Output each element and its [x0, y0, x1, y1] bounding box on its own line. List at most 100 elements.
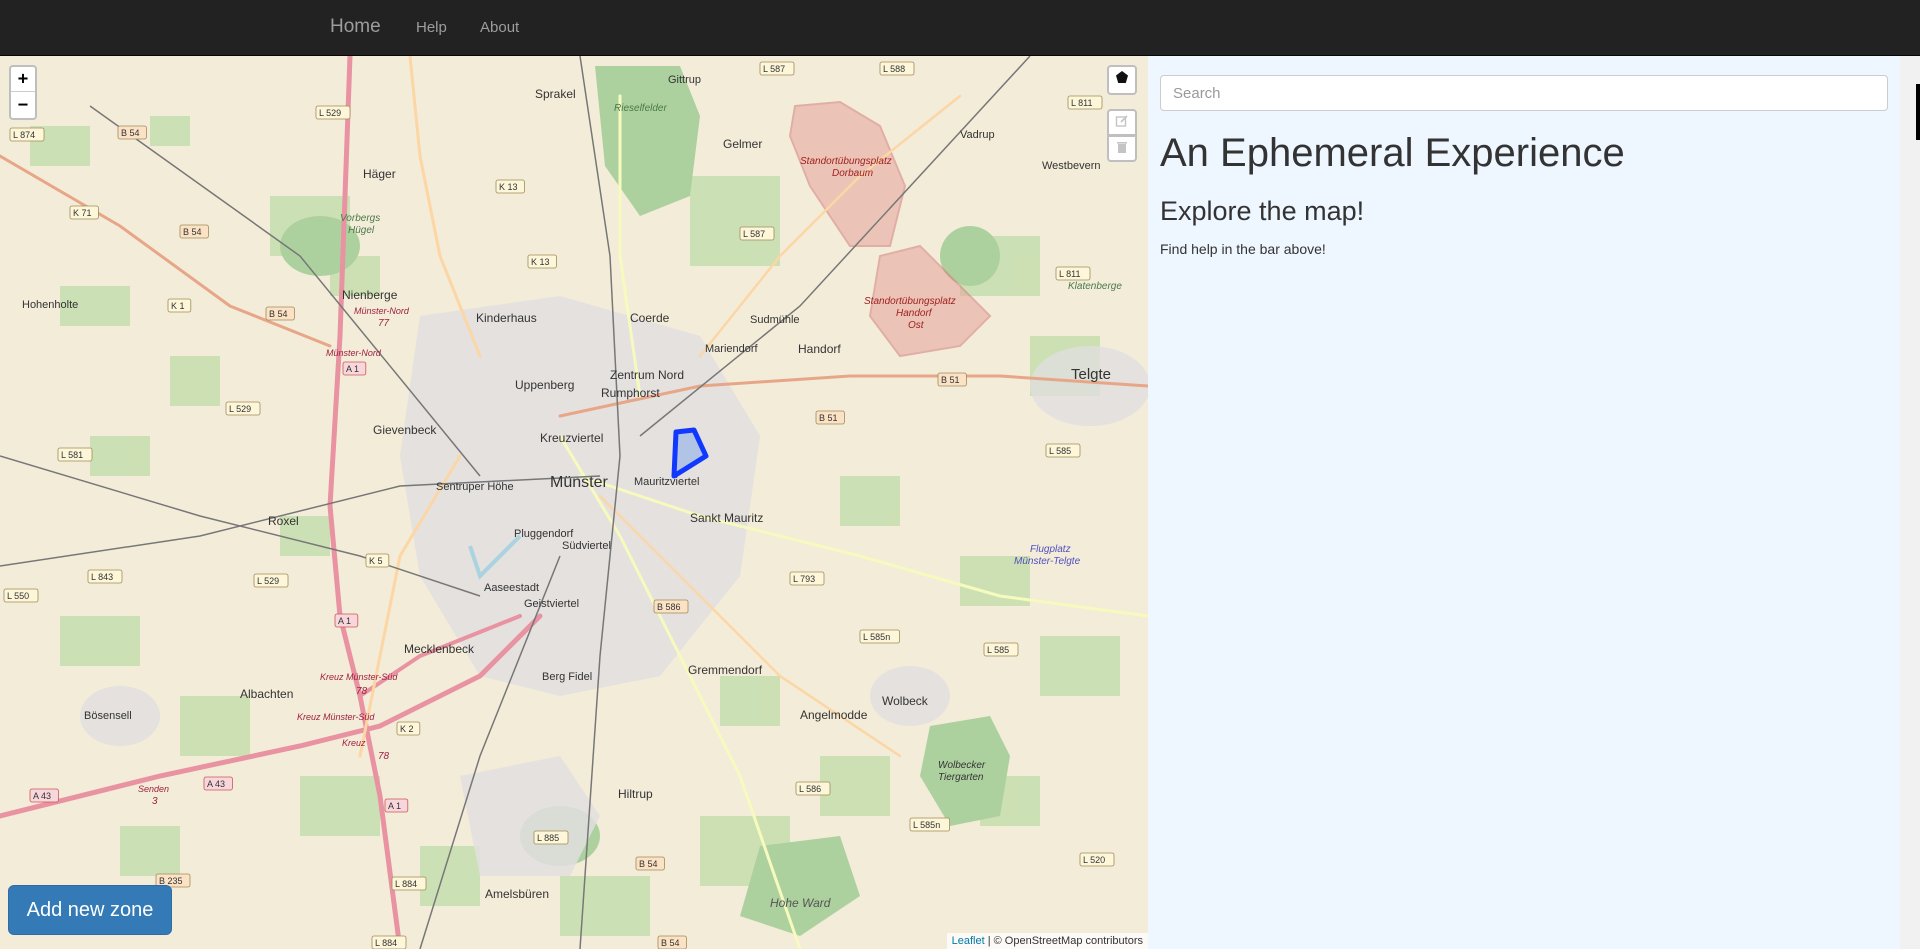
road-shield: L 585: [983, 642, 1019, 657]
svg-text:Angelmodde: Angelmodde: [800, 708, 868, 722]
road-shield: L 585n: [909, 817, 950, 832]
road-shield: L 884: [371, 935, 407, 949]
scrollbar[interactable]: [1900, 56, 1920, 949]
scrollbar-thumb[interactable]: [1916, 84, 1920, 140]
road-shield: B 586: [653, 599, 689, 614]
sidebar: An Ephemeral Experience Explore the map!…: [1148, 56, 1900, 949]
road-shield: B 54: [179, 224, 209, 239]
draw-polygon-button[interactable]: [1107, 65, 1137, 95]
road-shield: B 54: [635, 856, 665, 871]
leaflet-link[interactable]: Leaflet: [952, 935, 985, 947]
road-shield-label: L 585n: [913, 820, 940, 830]
svg-text:Nienberge: Nienberge: [342, 288, 398, 302]
road-shield: L 588: [879, 61, 915, 76]
svg-text:Münster-Nord: Münster-Nord: [354, 306, 410, 316]
svg-text:Flugplatz: Flugplatz: [1030, 544, 1071, 555]
road-shield-label: A 1: [346, 364, 359, 374]
road-shield: A 1: [384, 798, 409, 813]
road-shield-label: L 588: [883, 64, 905, 74]
road-shield-label: L 874: [13, 130, 35, 140]
svg-text:Klatenberge: Klatenberge: [1068, 281, 1122, 292]
svg-text:Uppenberg: Uppenberg: [515, 378, 574, 392]
road-shield: K 71: [69, 205, 99, 220]
svg-text:Bösensell: Bösensell: [84, 710, 132, 722]
svg-text:Kreuz Münster-Süd: Kreuz Münster-Süd: [320, 672, 398, 682]
svg-text:Münster: Münster: [550, 474, 608, 491]
road-shield: L 586: [795, 781, 831, 796]
nav-about-link[interactable]: About: [480, 19, 519, 36]
road-shield: L 811: [1055, 266, 1091, 281]
road-shield: K 13: [495, 179, 525, 194]
map[interactable]: Sprakel Gittrup Gelmer Häger Vadrup West…: [0, 56, 1148, 949]
road-shield-label: K 71: [73, 208, 92, 218]
road-shield: L 529: [225, 401, 261, 416]
road-shield-label: K 2: [400, 724, 414, 734]
edit-layers-button[interactable]: [1107, 109, 1137, 136]
road-shield-label: L 587: [743, 229, 765, 239]
svg-text:Kinderhaus: Kinderhaus: [476, 311, 537, 325]
page-title: An Ephemeral Experience: [1160, 131, 1625, 175]
road-shield-label: B 51: [819, 413, 838, 423]
svg-text:Sudmühle: Sudmühle: [750, 314, 800, 326]
road-shield-label: L 885: [537, 833, 559, 843]
road-shield: L 793: [789, 571, 825, 586]
road-shield: L 811: [1067, 95, 1103, 110]
svg-text:Vorbergs: Vorbergs: [340, 213, 380, 224]
zoom-out-button[interactable]: −: [11, 93, 35, 118]
svg-text:Vadrup: Vadrup: [960, 129, 995, 141]
map-attribution: Leaflet | © OpenStreetMap contributors: [946, 933, 1148, 949]
svg-text:Hohenholte: Hohenholte: [22, 299, 78, 311]
road-shield: K 5: [365, 553, 390, 568]
svg-text:Tiergarten: Tiergarten: [938, 772, 984, 783]
road-shield: B 54: [265, 306, 295, 321]
svg-text:78: 78: [378, 751, 390, 762]
road-shield-label: L 811: [1071, 98, 1093, 108]
pentagon-icon: [1116, 71, 1128, 83]
road-shield: K 2: [396, 721, 421, 736]
svg-text:Senden: Senden: [138, 784, 169, 794]
svg-text:Kreuzviertel: Kreuzviertel: [540, 431, 603, 445]
svg-text:Mariendorf: Mariendorf: [705, 343, 759, 355]
svg-text:Mauritzviertel: Mauritzviertel: [634, 476, 699, 488]
svg-text:Rumphorst: Rumphorst: [601, 386, 660, 400]
svg-text:Kreuz: Kreuz: [342, 738, 366, 748]
svg-text:Wolbeck: Wolbeck: [882, 694, 929, 708]
road-shield-label: L 884: [375, 938, 397, 948]
road-shield: L 843: [87, 569, 123, 584]
road-shield: A 43: [29, 788, 59, 803]
road-shield: L 585n: [859, 629, 900, 644]
road-shield-label: K 13: [531, 257, 550, 267]
road-shield-label: L 586: [799, 784, 821, 794]
nav-home-link[interactable]: Home: [330, 16, 381, 38]
road-shield-label: A 1: [388, 801, 401, 811]
road-shield: L 587: [759, 61, 795, 76]
zoom-in-button[interactable]: +: [11, 67, 35, 92]
road-shield-label: L 587: [763, 64, 785, 74]
svg-text:Roxel: Roxel: [268, 514, 299, 528]
road-shield-label: B 51: [941, 375, 960, 385]
road-shield-label: B 54: [639, 859, 658, 869]
page-subtitle: Explore the map!: [1160, 196, 1365, 226]
road-shield: L 529: [253, 573, 289, 588]
svg-text:Geistviertel: Geistviertel: [524, 598, 579, 610]
road-shield-label: K 5: [369, 556, 383, 566]
road-shield: A 43: [203, 776, 233, 791]
road-shield: K 1: [167, 298, 192, 313]
zoom-control: + −: [9, 65, 37, 120]
svg-text:Amelsbüren: Amelsbüren: [485, 887, 549, 901]
nav-help-link[interactable]: Help: [416, 19, 447, 36]
svg-text:Westbevern: Westbevern: [1042, 160, 1101, 172]
search-input[interactable]: [1160, 75, 1888, 111]
add-new-zone-button[interactable]: Add new zone: [8, 885, 172, 935]
svg-text:Handorf: Handorf: [896, 308, 933, 319]
delete-layers-button[interactable]: [1107, 135, 1137, 162]
edit-icon: [1115, 115, 1128, 127]
svg-text:Standortübungsplatz: Standortübungsplatz: [800, 156, 892, 167]
road-shield: L 550: [3, 588, 39, 603]
svg-text:Zentrum Nord: Zentrum Nord: [610, 368, 684, 382]
svg-text:Berg Fidel: Berg Fidel: [542, 671, 592, 683]
road-shield-label: L 585n: [863, 632, 890, 642]
road-shield-label: A 43: [207, 779, 225, 789]
road-shield: B 51: [815, 410, 845, 425]
road-shield-label: L 884: [395, 879, 417, 889]
